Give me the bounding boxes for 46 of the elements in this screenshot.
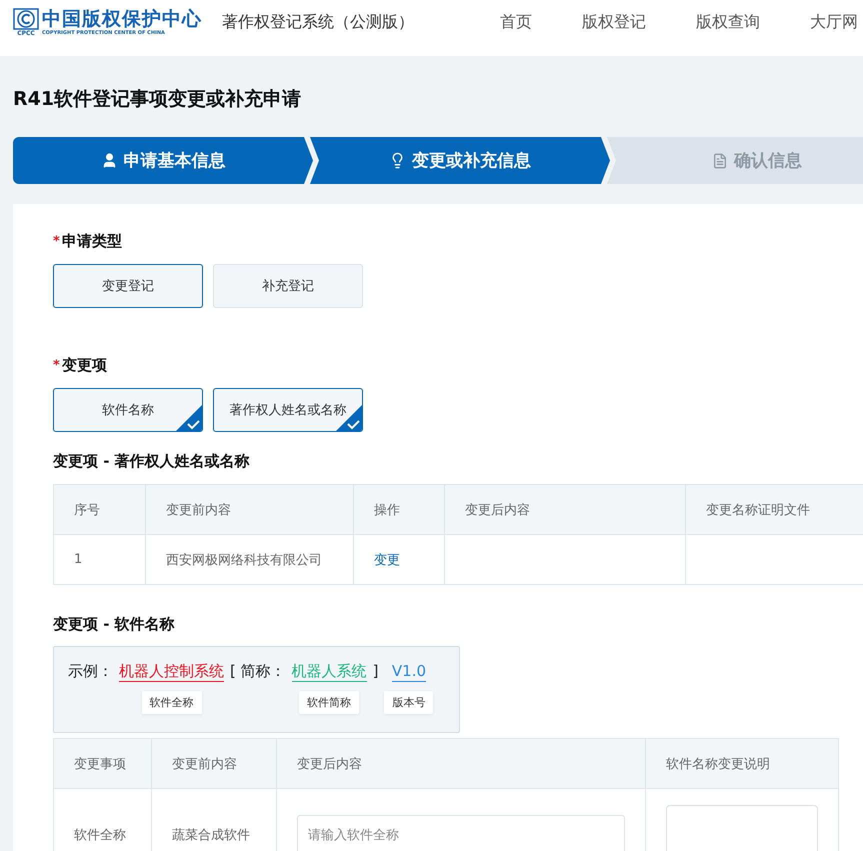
section-title: 变更项 - 著作权人姓名或名称 [53, 452, 251, 471]
table-cell: 1 [54, 534, 146, 584]
column-header: 操作 [354, 484, 444, 534]
document-icon [712, 152, 728, 168]
nav-link[interactable]: 首页 [500, 12, 532, 32]
system-name: 著作权登记系统（公测版） [222, 12, 414, 32]
checkbox-button[interactable]: 软件名称 [53, 388, 203, 432]
term-tag: 软件简称 [299, 691, 360, 714]
nav-link[interactable]: 版权登记 [582, 12, 646, 32]
example-term: 机器人系统 [292, 661, 367, 682]
term-tag: 版本号 [384, 691, 434, 714]
text-area[interactable] [666, 805, 818, 851]
nav-link[interactable]: 版权查询 [696, 12, 760, 32]
section-title: 变更项 - 软件名称 [53, 615, 176, 634]
example-term: 机器人控制系统 [119, 661, 224, 682]
step[interactable]: 申请基本信息 [13, 137, 313, 184]
option-button[interactable]: 变更登记 [53, 264, 203, 308]
check-corner-icon [176, 405, 202, 431]
column-header: 变更后内容 [276, 738, 646, 788]
required-mark: * [53, 234, 60, 249]
change-link[interactable]: 变更 [374, 552, 400, 568]
table-cell: 西安网极网络科技有限公司 [146, 534, 354, 584]
required-mark: * [53, 358, 60, 373]
option-button[interactable]: 补充登记 [213, 264, 363, 308]
column-header: 变更后内容 [444, 484, 686, 534]
logo-name: 中国版权保护中心 [42, 8, 202, 30]
column-header: 变更事项 [54, 738, 152, 788]
nav-link[interactable]: 大厅网 [810, 12, 858, 32]
example-term: V1.0 [392, 661, 426, 682]
input-field[interactable]: 请输入软件全称 [297, 815, 625, 851]
example-text: 示例： [68, 661, 113, 681]
example-text: ] [372, 661, 378, 681]
step[interactable]: 变更或补充信息 [310, 137, 610, 184]
column-header: 序号 [54, 484, 146, 534]
column-header: 变更前内容 [146, 484, 354, 534]
column-header: 变更名称证明文件 [686, 484, 863, 534]
column-header: 变更前内容 [152, 738, 276, 788]
checkbox-button[interactable]: 著作权人姓名或名称 [213, 388, 363, 432]
table-cell: 软件全称 [54, 788, 152, 851]
example-text: [ 简称： [230, 661, 286, 681]
copyright-logo-icon [13, 8, 39, 30]
term-tag: 软件全称 [142, 691, 202, 714]
page-title: R41软件登记事项变更或补充申请 [12, 87, 302, 107]
column-header: 软件名称变更说明 [646, 738, 838, 788]
field-label: 变更项 [62, 356, 107, 375]
field-label: 申请类型 [62, 232, 122, 251]
